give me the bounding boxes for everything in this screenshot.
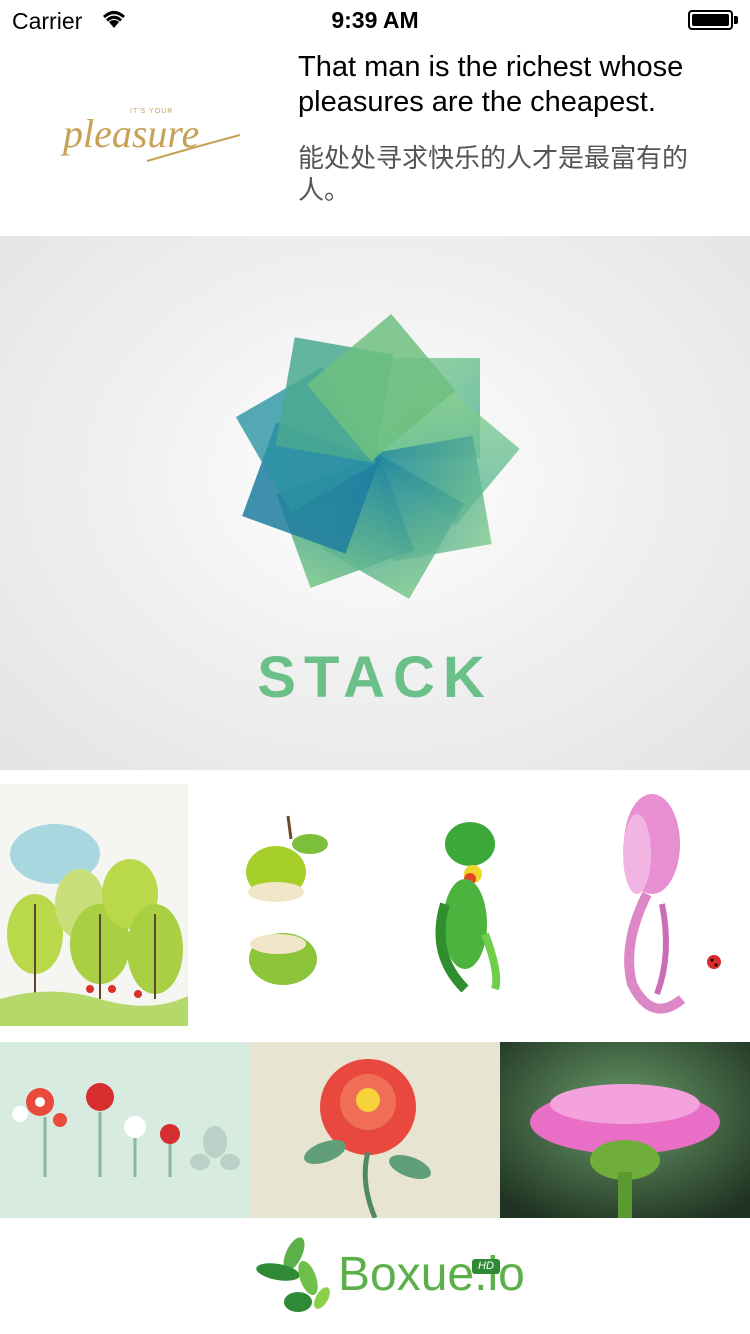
green-fruit-illustration-image[interactable]	[188, 784, 375, 1026]
pink-tulip-ladybug-image[interactable]	[562, 784, 750, 1026]
trees-illustration-image[interactable]	[0, 784, 188, 1026]
stack-brand-text: STACK	[257, 645, 493, 710]
clock: 9:39 AM	[331, 7, 419, 33]
hd-badge: HD	[472, 1259, 500, 1274]
green-parrot-illustration-image[interactable]	[375, 784, 562, 1026]
quote-chinese: 能处处寻求快乐的人才是最富有的人。	[298, 144, 689, 206]
flower-pattern-illustration-image[interactable]	[0, 1042, 250, 1218]
red-peony-illustration-image[interactable]	[250, 1042, 500, 1218]
status-bar: Carrier 9:39 AM	[0, 0, 750, 40]
stack-hero-image[interactable]: STACK	[0, 236, 750, 770]
pink-flower-photo-image[interactable]	[500, 1042, 750, 1218]
battery-icon	[688, 10, 738, 30]
svg-text:pleasure: pleasure	[60, 111, 199, 156]
quote-english: That man is the richest whose pleasures …	[298, 51, 684, 118]
boxue-brand-text: Boxue.io	[338, 1248, 525, 1301]
pleasure-logo-icon: IT'S YOUR pleasure	[60, 108, 241, 162]
